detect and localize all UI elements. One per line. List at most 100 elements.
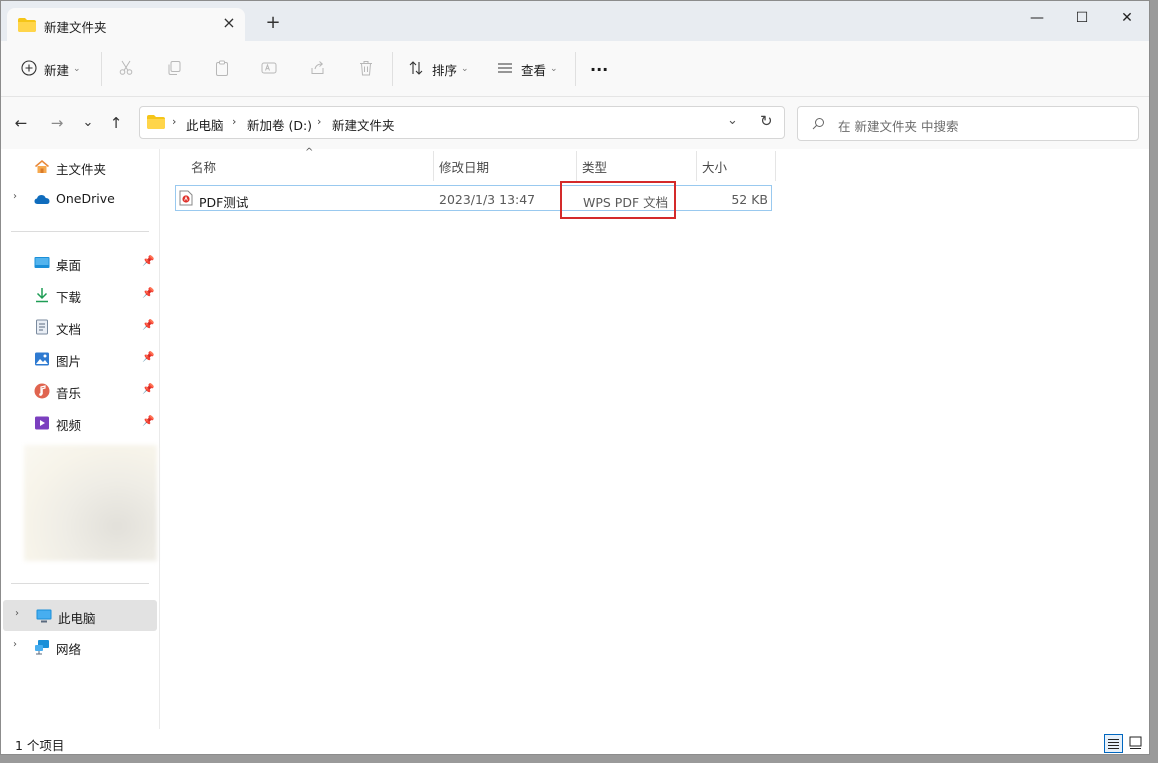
sidebar-item-documents[interactable]: 文档 📌 bbox=[1, 313, 157, 341]
chevron-right-icon[interactable]: › bbox=[13, 639, 17, 650]
sort-ascending-icon: ^ bbox=[305, 147, 314, 158]
pin-icon[interactable]: 📌 bbox=[142, 352, 154, 363]
command-bar: 新建 ⌄ 排序 ⌄ 查看 ⌄ ··· bbox=[1, 41, 1149, 97]
rename-button[interactable] bbox=[261, 55, 277, 83]
computer-icon bbox=[36, 608, 52, 624]
desktop-icon bbox=[34, 255, 50, 271]
download-icon bbox=[34, 287, 50, 303]
sidebar-item-this-pc[interactable]: › 此电脑 bbox=[3, 600, 157, 631]
thumbnail-view-button[interactable] bbox=[1127, 734, 1146, 753]
scissors-icon bbox=[118, 60, 134, 79]
pdf-file-icon bbox=[179, 190, 193, 209]
pin-icon[interactable]: 📌 bbox=[142, 256, 154, 267]
minimize-button[interactable]: — bbox=[1014, 5, 1060, 31]
sidebar-item-label: 下载 bbox=[56, 290, 82, 305]
chevron-right-icon: › bbox=[317, 115, 322, 128]
picture-icon bbox=[34, 351, 50, 367]
search-input[interactable]: 在 新建文件夹 中搜索 bbox=[838, 116, 958, 135]
details-view-button[interactable] bbox=[1104, 734, 1123, 753]
column-divider[interactable] bbox=[433, 151, 434, 181]
chevron-down-icon: ⌄ bbox=[73, 64, 81, 74]
home-icon bbox=[34, 159, 50, 175]
chevron-right-icon[interactable]: › bbox=[15, 608, 19, 619]
tab-title: 新建文件夹 bbox=[44, 20, 107, 35]
breadcrumb-new-folder[interactable]: 新建文件夹 bbox=[332, 115, 395, 134]
maximize-button[interactable]: ☐ bbox=[1059, 5, 1105, 31]
delete-button[interactable] bbox=[358, 55, 374, 83]
forward-button[interactable]: → bbox=[46, 112, 68, 134]
sort-button[interactable]: 排序 ⌄ bbox=[408, 55, 469, 83]
new-button-label: 新建 bbox=[44, 62, 70, 78]
share-button[interactable] bbox=[310, 55, 326, 83]
close-window-button[interactable]: ✕ bbox=[1104, 5, 1149, 31]
highlight-box bbox=[560, 181, 676, 219]
status-bar: 1 个项目 bbox=[1, 729, 1149, 754]
column-divider[interactable] bbox=[775, 151, 776, 181]
breadcrumb-drive-d[interactable]: 新加卷 (D:) bbox=[247, 115, 312, 134]
file-size: 52 KB bbox=[731, 192, 768, 207]
file-name: PDF测试 bbox=[199, 195, 249, 210]
up-button[interactable]: ↑ bbox=[105, 112, 127, 134]
chevron-down-icon: ⌄ bbox=[461, 64, 469, 74]
tab-close-button[interactable]: × bbox=[219, 13, 239, 33]
sidebar-item-downloads[interactable]: 下载 📌 bbox=[1, 281, 157, 309]
sort-icon bbox=[408, 60, 424, 79]
back-button[interactable]: ← bbox=[10, 112, 32, 134]
copy-icon bbox=[166, 60, 182, 79]
sidebar-item-label: 图片 bbox=[56, 354, 82, 369]
divider bbox=[101, 52, 102, 86]
new-button[interactable]: 新建 ⌄ bbox=[21, 55, 81, 83]
tab-new-folder[interactable]: 新建文件夹 × bbox=[7, 8, 245, 41]
sidebar-item-home[interactable]: 主文件夹 bbox=[1, 153, 157, 181]
navigation-pane: 主文件夹 › OneDrive 桌面 📌 下载 📌 文档 📌 图片 📌 音乐 📌… bbox=[1, 149, 160, 729]
sidebar-item-label: 桌面 bbox=[56, 258, 82, 273]
sidebar-item-label: 视频 bbox=[56, 418, 82, 433]
new-tab-button[interactable]: + bbox=[263, 13, 283, 33]
refresh-button[interactable]: ↻ bbox=[760, 112, 773, 130]
search-box[interactable]: 在 新建文件夹 中搜索 bbox=[797, 106, 1139, 141]
chevron-down-icon: ⌄ bbox=[550, 64, 558, 74]
breadcrumb-this-pc[interactable]: 此电脑 bbox=[186, 115, 224, 134]
pin-icon[interactable]: 📌 bbox=[142, 384, 154, 395]
column-divider[interactable] bbox=[696, 151, 697, 181]
share-icon bbox=[310, 60, 326, 79]
search-icon bbox=[812, 117, 825, 133]
column-divider[interactable] bbox=[576, 151, 577, 181]
divider bbox=[575, 52, 576, 86]
sidebar-item-pictures[interactable]: 图片 📌 bbox=[1, 345, 157, 373]
sidebar-item-label: 主文件夹 bbox=[56, 162, 107, 177]
address-bar[interactable]: › 此电脑 › 新加卷 (D:) › 新建文件夹 ⌄ ↻ bbox=[139, 106, 785, 139]
copy-button[interactable] bbox=[166, 55, 182, 83]
sidebar-item-label: 音乐 bbox=[56, 386, 82, 401]
file-row[interactable]: PDF测试 2023/1/3 13:47 WPS PDF 文档 52 KB bbox=[175, 185, 772, 211]
column-header-size[interactable]: 大小 bbox=[702, 157, 727, 176]
item-count: 1 个项目 bbox=[15, 738, 65, 753]
recent-locations-button[interactable]: ⌄ bbox=[77, 112, 99, 134]
pin-icon[interactable]: 📌 bbox=[142, 288, 154, 299]
folder-icon bbox=[18, 18, 36, 35]
sidebar-item-music[interactable]: 音乐 📌 bbox=[1, 377, 157, 405]
sidebar-item-label: OneDrive bbox=[56, 191, 115, 206]
column-header-modified[interactable]: 修改日期 bbox=[439, 157, 489, 176]
address-dropdown-button[interactable]: ⌄ bbox=[727, 113, 738, 128]
chevron-right-icon[interactable]: › bbox=[13, 191, 17, 202]
clipboard-icon bbox=[214, 60, 230, 79]
pin-icon[interactable]: 📌 bbox=[142, 416, 154, 427]
sidebar-item-network[interactable]: › 网络 bbox=[1, 633, 157, 661]
paste-button[interactable] bbox=[214, 55, 230, 83]
pin-icon[interactable]: 📌 bbox=[142, 320, 154, 331]
sidebar-item-videos[interactable]: 视频 📌 bbox=[1, 409, 157, 437]
more-options-button[interactable]: ··· bbox=[590, 55, 608, 83]
network-icon bbox=[34, 639, 50, 655]
divider bbox=[11, 583, 149, 584]
sidebar-item-onedrive[interactable]: › OneDrive bbox=[1, 185, 157, 213]
cut-button[interactable] bbox=[118, 55, 134, 83]
file-explorer-window: 新建文件夹 × + — ☐ ✕ 新建 ⌄ 排序 ⌄ 查看 ⌄ ··· ← → ⌄… bbox=[0, 0, 1150, 755]
trash-icon bbox=[358, 60, 374, 79]
column-header-name[interactable]: 名称 bbox=[191, 157, 216, 176]
sidebar-item-desktop[interactable]: 桌面 📌 bbox=[1, 249, 157, 277]
column-header-type[interactable]: 类型 bbox=[582, 157, 607, 176]
view-button[interactable]: 查看 ⌄ bbox=[497, 55, 558, 83]
details-view-icon bbox=[1105, 739, 1122, 754]
divider bbox=[11, 231, 149, 232]
